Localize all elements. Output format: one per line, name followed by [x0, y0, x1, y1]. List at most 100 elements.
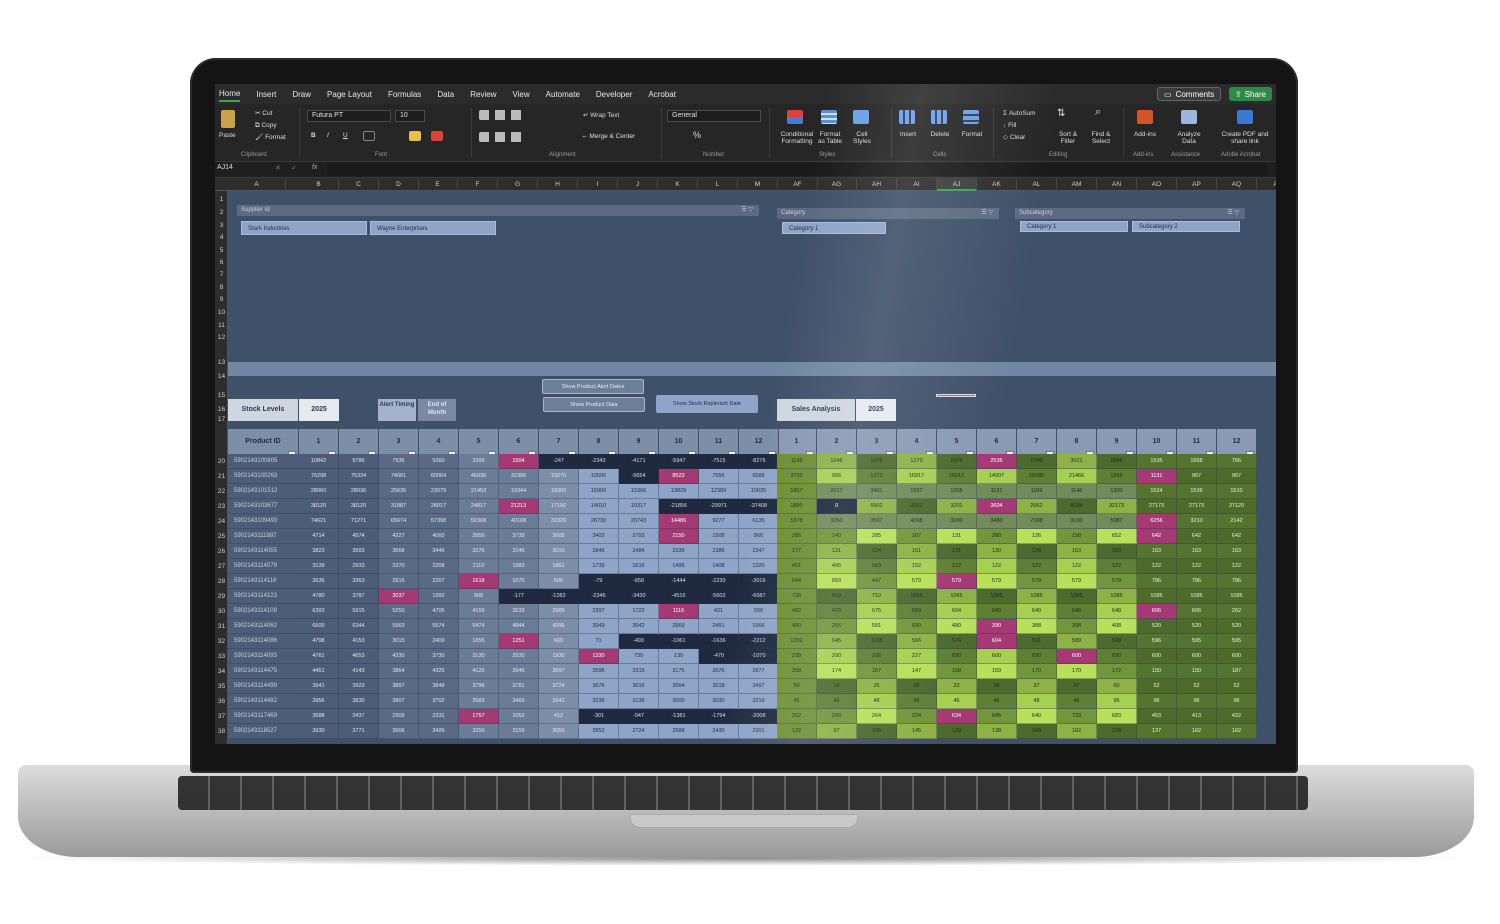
borders-icon[interactable]: [363, 131, 375, 141]
sales-cell[interactable]: 644: [777, 574, 817, 589]
row-header[interactable]: 38: [215, 728, 228, 735]
stock-cell[interactable]: -947: [619, 709, 659, 724]
sales-cell[interactable]: 733: [1057, 709, 1097, 724]
stock-cell[interactable]: 3864: [379, 664, 419, 679]
sales-cell[interactable]: 600: [1017, 649, 1057, 664]
row-header[interactable]: 16: [215, 406, 228, 413]
sales-cell[interactable]: 579: [977, 574, 1017, 589]
tab-data[interactable]: Data: [437, 88, 454, 101]
row-header[interactable]: 23: [215, 503, 228, 510]
stock-cell[interactable]: -3016: [739, 574, 779, 589]
row-header[interactable]: 33: [215, 653, 228, 660]
sales-cell[interactable]: 479: [817, 604, 857, 619]
sales-cell[interactable]: 422: [1217, 709, 1257, 724]
product-id-cell[interactable]: 5902143117469: [228, 709, 299, 724]
row-header[interactable]: 7: [215, 271, 228, 278]
stock-cell[interactable]: 3518: [699, 679, 739, 694]
product-id-cell[interactable]: 5902143114499: [228, 679, 299, 694]
row-header[interactable]: 36: [215, 698, 228, 705]
stock-cell[interactable]: 38120: [339, 499, 379, 514]
sales-cell[interactable]: 280: [977, 529, 1017, 544]
row-header[interactable]: 6: [215, 259, 228, 266]
sales-cell[interactable]: 640: [1017, 604, 1057, 619]
sales-cell[interactable]: 598: [1097, 634, 1137, 649]
sales-cell[interactable]: 286: [777, 529, 817, 544]
column-header[interactable]: G: [498, 178, 538, 191]
stock-cell[interactable]: 32386: [499, 469, 539, 484]
stock-cell[interactable]: 3037: [379, 589, 419, 604]
paste-icon[interactable]: [221, 110, 235, 128]
insert-cells-icon[interactable]: [899, 110, 915, 124]
sales-cell[interactable]: 604: [977, 634, 1017, 649]
stock-cell[interactable]: 5474: [459, 619, 499, 634]
stock-cell[interactable]: 3787: [339, 589, 379, 604]
row-header[interactable]: 15: [215, 392, 228, 399]
sales-cell[interactable]: 1138: [777, 454, 817, 469]
stock-cell[interactable]: 3697: [539, 664, 579, 679]
product-id-cell[interactable]: 5902143114475: [228, 664, 299, 679]
sales-cell[interactable]: 606: [1137, 604, 1177, 619]
column-header[interactable]: E: [418, 178, 458, 191]
stock-cell[interactable]: 1930: [539, 649, 579, 664]
row-header[interactable]: 20: [215, 458, 228, 465]
stock-cell[interactable]: 2451: [699, 619, 739, 634]
stock-cell[interactable]: 2846: [579, 544, 619, 559]
find-select-button[interactable]: Find & Select: [1087, 131, 1115, 145]
stock-cell[interactable]: 1739: [579, 559, 619, 574]
stock-cell[interactable]: 7556: [699, 469, 739, 484]
sales-cell[interactable]: 358: [777, 664, 817, 679]
stock-cell[interactable]: 74621: [299, 514, 339, 529]
sales-cell[interactable]: 262: [1217, 604, 1257, 619]
stock-cell[interactable]: 8523: [659, 469, 699, 484]
stock-cell[interactable]: 46036: [459, 469, 499, 484]
sales-cell[interactable]: 1857: [777, 484, 817, 499]
sales-cell[interactable]: 579: [937, 574, 977, 589]
sales-cell[interactable]: 14007: [977, 469, 1017, 484]
stock-cell[interactable]: -29971: [699, 499, 739, 514]
stock-cell[interactable]: 14486: [659, 514, 699, 529]
autosum-button[interactable]: Σ AutoSum: [1003, 110, 1036, 117]
fx-icon[interactable]: fx: [312, 164, 317, 171]
add-ins-icon[interactable]: [1137, 110, 1153, 124]
stock-cell[interactable]: 3050: [539, 724, 579, 739]
stock-cell[interactable]: 2397: [579, 604, 619, 619]
stock-cell[interactable]: 4153: [339, 634, 379, 649]
tab-formulas[interactable]: Formulas: [388, 88, 421, 101]
sales-cell[interactable]: 18: [817, 679, 857, 694]
sales-cell[interactable]: 37: [1017, 679, 1057, 694]
stock-cell[interactable]: 1330: [579, 649, 619, 664]
stock-cell[interactable]: 3564: [659, 679, 699, 694]
sales-cell[interactable]: 786: [1177, 574, 1217, 589]
stock-cell[interactable]: 660: [539, 634, 579, 649]
slicer-item-subcategory-1[interactable]: Category 1: [1020, 221, 1128, 232]
sales-cell[interactable]: 1085: [897, 589, 937, 604]
stock-cell[interactable]: 6135: [739, 514, 779, 529]
sales-cell[interactable]: 97: [817, 724, 857, 739]
stock-cell[interactable]: 65674: [379, 514, 419, 529]
stock-cell[interactable]: 16900: [579, 484, 619, 499]
stock-cell[interactable]: 3469: [499, 694, 539, 709]
sales-cell[interactable]: 1568: [1177, 454, 1217, 469]
sales-cell[interactable]: 569: [897, 604, 937, 619]
stock-cell[interactable]: 4705: [419, 604, 459, 619]
sales-cell[interactable]: 3021: [1057, 454, 1097, 469]
row-header[interactable]: 14: [215, 373, 228, 380]
row-header[interactable]: 4: [215, 234, 228, 241]
sales-cell[interactable]: 398: [1057, 619, 1097, 634]
sales-cell[interactable]: 766: [1217, 454, 1257, 469]
sales-cell[interactable]: 3401: [857, 484, 897, 499]
stock-cell[interactable]: 74061: [379, 469, 419, 484]
sales-cell[interactable]: 600: [1217, 649, 1257, 664]
sales-cell[interactable]: 648: [1057, 604, 1097, 619]
stock-cell[interactable]: -21856: [659, 499, 699, 514]
bold-button[interactable]: B: [311, 132, 316, 139]
stock-cell[interactable]: 3688: [299, 709, 339, 724]
sales-cell[interactable]: 163: [1097, 544, 1137, 559]
stock-cell[interactable]: 28060: [299, 484, 339, 499]
sales-cell[interactable]: 640: [1017, 709, 1057, 724]
row-header[interactable]: 32: [215, 638, 228, 645]
sales-cell[interactable]: 1131: [977, 484, 1017, 499]
stock-cell[interactable]: 4143: [339, 664, 379, 679]
stock-cell[interactable]: 4060: [419, 529, 459, 544]
clear-button[interactable]: ◇ Clear: [1003, 134, 1025, 141]
